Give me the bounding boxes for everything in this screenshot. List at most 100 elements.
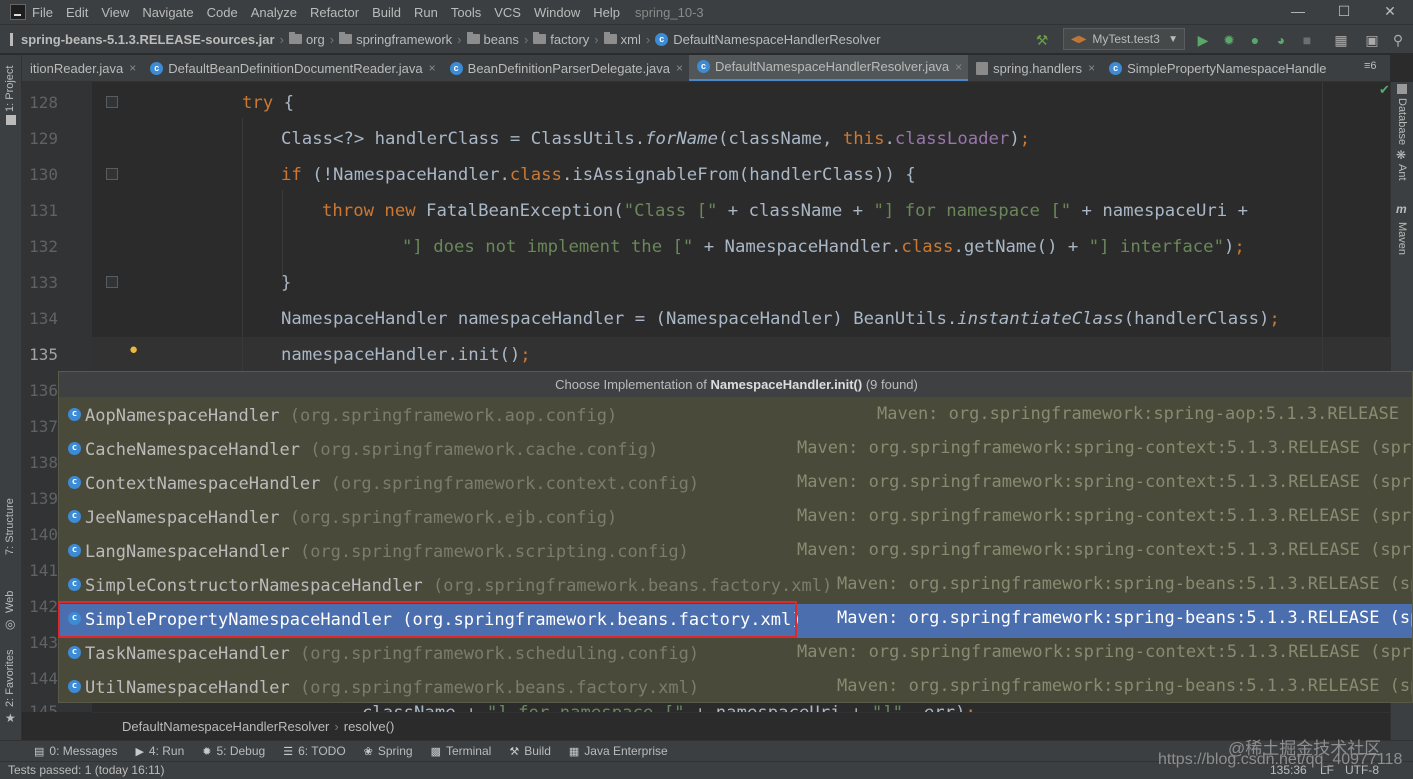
line-number: 130 [29, 165, 58, 184]
menu-vcs[interactable]: VCS [494, 5, 521, 20]
tab-beandefinitionparserdelegate[interactable]: c BeanDefinitionParserDelegate.java × [442, 55, 689, 81]
lightbulb-icon[interactable]: ● [129, 341, 138, 358]
breadcrumb-separator: › [329, 31, 335, 47]
intellij-logo-icon [10, 4, 26, 20]
close-window-icon[interactable]: ✕ [1367, 0, 1413, 24]
list-item[interactable]: c TaskNamespaceHandler (org.springframew… [59, 638, 1412, 672]
fold-marker-icon[interactable] [106, 168, 118, 180]
watermark-url: https://blog.csdn.net/qq_40977118 [1158, 751, 1403, 768]
run-icon[interactable]: ▶ [1195, 32, 1211, 48]
status-message[interactable]: Tests passed: 1 (today 16:11) [8, 763, 165, 777]
menu-bar: File Edit View Navigate Code Analyze Ref… [0, 0, 1413, 24]
fold-marker-icon[interactable] [106, 96, 118, 108]
layout-icon[interactable]: ▣ [1364, 32, 1380, 48]
menu-analyze[interactable]: Analyze [251, 5, 297, 20]
list-item[interactable]: c SimpleConstructorNamespaceHandler (org… [59, 570, 1412, 604]
build-hammer-icon[interactable]: ⚒ [1034, 32, 1050, 48]
toolwindow-debug[interactable]: ✹ 5: Debug [202, 744, 265, 758]
impl-package: (org.springframework.scheduling.config) [299, 644, 700, 664]
tool-ant[interactable]: Ant [1396, 164, 1408, 181]
run-config-label: MyTest.test3 [1092, 32, 1160, 46]
editor-breadcrumb-method[interactable]: resolve() [344, 719, 395, 734]
toolwindow-messages[interactable]: ▤ 0: Messages [34, 744, 117, 758]
impl-package: (org.springframework.ejb.config) [289, 508, 618, 528]
tab-defaultbeandefinitiondocumentreader[interactable]: c DefaultBeanDefinitionDocumentReader.jav… [142, 55, 441, 81]
menu-edit[interactable]: Edit [66, 5, 88, 20]
breadcrumb-xml[interactable]: xml [603, 32, 641, 47]
tool-structure[interactable]: 7: Structure [4, 498, 16, 555]
impl-package: (org.springframework.beans.factory.xml) [299, 678, 700, 698]
tab-defaultnamespacehandlerresolver[interactable]: c DefaultNamespaceHandlerResolver.java × [689, 55, 969, 81]
left-tool-strip: 1: Project 7: Structure Web ◎ 2: Favorit… [0, 55, 22, 760]
coverage-icon[interactable]: ● [1247, 32, 1263, 48]
menu-build[interactable]: Build [372, 5, 401, 20]
line-number: 134 [29, 309, 58, 328]
tool-maven[interactable]: Maven [1396, 222, 1408, 255]
minimize-icon[interactable]: — [1275, 0, 1321, 24]
menu-tools[interactable]: Tools [451, 5, 481, 20]
tab-overflow-button[interactable]: ≡6 [1364, 60, 1377, 72]
list-item[interactable]: c LangNamespaceHandler (org.springframew… [59, 536, 1412, 570]
folder-icon [466, 32, 480, 44]
choose-implementation-popup[interactable]: Choose Implementation of NamespaceHandle… [58, 371, 1413, 703]
menu-window[interactable]: Window [534, 5, 580, 20]
tool-project[interactable]: 1: Project [4, 66, 16, 112]
search-everywhere-icon[interactable]: ⚲ [1390, 32, 1406, 48]
toolwindow-run[interactable]: ▶ 4: Run [135, 744, 184, 758]
tab-simplepropertynamespacehandler[interactable]: c SimplePropertyNamespaceHandle [1101, 55, 1332, 81]
list-item[interactable]: c ContextNamespaceHandler (org.springfra… [59, 468, 1412, 502]
list-item[interactable]: c UtilNamespaceHandler (org.springframew… [59, 672, 1412, 702]
debug-icon[interactable]: ✹ [1221, 32, 1237, 48]
class-icon: c [68, 578, 81, 591]
breadcrumb-org[interactable]: org [288, 32, 325, 47]
breadcrumb-springframework[interactable]: springframework [339, 32, 452, 47]
fold-marker-icon[interactable] [106, 276, 118, 288]
tool-favorites[interactable]: 2: Favorites [4, 650, 16, 707]
code-line-135: namespaceHandler.init(); [281, 345, 531, 365]
list-item[interactable]: c AopNamespaceHandler (org.springframewo… [59, 400, 1412, 434]
close-tab-icon[interactable]: × [129, 61, 136, 75]
menu-run[interactable]: Run [414, 5, 438, 20]
line-number: 133 [29, 273, 58, 292]
menu-view[interactable]: View [101, 5, 129, 20]
maximize-icon[interactable]: ☐ [1321, 0, 1367, 24]
breadcrumb-beans[interactable]: beans [466, 32, 519, 47]
breadcrumb-factory[interactable]: factory [533, 32, 589, 47]
profile-icon[interactable]: ◕ [1273, 32, 1289, 48]
menu-help[interactable]: Help [593, 5, 620, 20]
tab-itionreader[interactable]: itionReader.java × [22, 55, 142, 81]
ant-icon: ❋ [1396, 148, 1407, 162]
breadcrumb-label: springframework [356, 31, 453, 47]
stop-icon[interactable]: ■ [1299, 32, 1315, 48]
toolwindow-java-enterprise[interactable]: ▦ Java Enterprise [569, 744, 668, 758]
line-number: 128 [29, 93, 58, 112]
run-config-select[interactable]: ◀▶ MyTest.test3 ▼ [1063, 28, 1185, 50]
impl-name: TaskNamespaceHandler [85, 644, 290, 664]
tool-database[interactable]: Database [1396, 98, 1408, 145]
code-line-129: Class<?> handlerClass = ClassUtils.forNa… [281, 129, 1031, 149]
close-tab-icon[interactable]: × [1088, 61, 1095, 75]
breadcrumb-label: DefaultNamespaceHandlerResolver [673, 31, 881, 47]
inspection-ok-icon: ✔ [1379, 82, 1390, 97]
toolwindow-build[interactable]: ⚒ Build [509, 744, 551, 758]
breadcrumb-jar[interactable]: spring-beans-5.1.3.RELEASE-sources.jar [10, 32, 275, 47]
tool-web[interactable]: Web [4, 591, 16, 613]
close-tab-icon[interactable]: × [429, 61, 436, 75]
menu-navigate[interactable]: Navigate [142, 5, 193, 20]
editor-breadcrumb-class[interactable]: DefaultNamespaceHandlerResolver [122, 719, 329, 734]
breadcrumb-class[interactable]: c DefaultNamespaceHandlerResolver [655, 31, 881, 47]
menu-refactor[interactable]: Refactor [310, 5, 359, 20]
tab-spring-handlers[interactable]: spring.handlers × [968, 55, 1101, 81]
code-line-133: } [281, 273, 292, 293]
popup-title-count: (9 found) [862, 377, 918, 392]
project-structure-icon[interactable]: ▦ [1333, 32, 1349, 48]
close-tab-icon[interactable]: × [676, 61, 683, 75]
menu-code[interactable]: Code [207, 5, 238, 20]
menu-file[interactable]: File [32, 5, 53, 20]
toolwindow-todo[interactable]: ☰ 6: TODO [283, 744, 345, 758]
list-item[interactable]: c JeeNamespaceHandler (org.springframewo… [59, 502, 1412, 536]
toolwindow-spring[interactable]: ❀ Spring [364, 744, 413, 758]
close-tab-icon[interactable]: × [955, 60, 962, 74]
list-item[interactable]: c CacheNamespaceHandler (org.springframe… [59, 434, 1412, 468]
toolwindow-terminal[interactable]: ▩ Terminal [431, 744, 492, 758]
